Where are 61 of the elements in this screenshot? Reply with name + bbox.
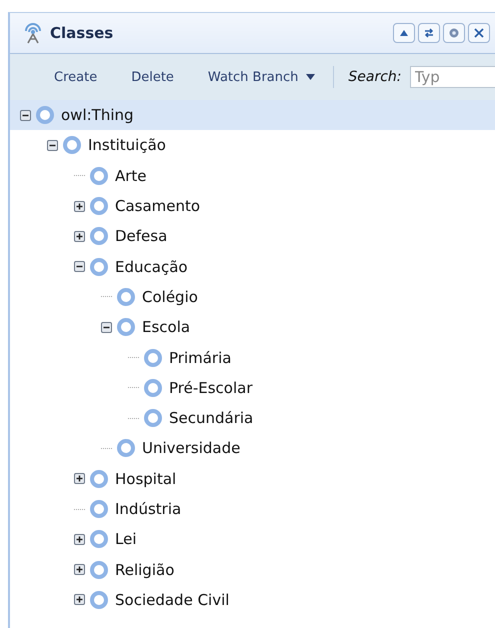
search-label: Search: — [348, 69, 402, 85]
class-circle-icon — [36, 106, 54, 124]
class-circle-icon — [144, 409, 162, 428]
class-circle-icon — [117, 318, 135, 336]
expand-toggle[interactable] — [74, 473, 85, 484]
collapse-toggle[interactable] — [20, 110, 31, 121]
class-circle-icon — [117, 439, 135, 458]
toolbar-button[interactable]: Delete — [125, 70, 180, 84]
triangle-up-icon — [399, 29, 409, 37]
collapse-toggle[interactable] — [47, 140, 58, 151]
class-circle-icon — [90, 470, 108, 488]
tree-item[interactable]: Primária — [169, 348, 232, 367]
tree-item[interactable]: Pré-Escolar — [169, 378, 253, 397]
antenna-icon — [22, 22, 44, 44]
toolbar-button[interactable]: Create — [48, 70, 104, 84]
tree-item[interactable]: Sociedade Civil — [115, 590, 230, 609]
panel-title: Classes — [50, 24, 114, 42]
refresh-button[interactable] — [418, 23, 440, 43]
selected-tree-row[interactable]: owl:Thing — [10, 100, 495, 130]
class-circle-icon — [90, 258, 108, 276]
expand-toggle[interactable] — [74, 230, 85, 242]
tree-item[interactable]: Casamento — [115, 197, 200, 216]
tree-item[interactable]: Defesa — [115, 227, 168, 246]
settings-icon — [448, 27, 460, 39]
tree-item[interactable]: Lei — [115, 530, 136, 548]
class-circle-icon — [144, 348, 162, 367]
tree-item[interactable]: Escola — [142, 318, 190, 336]
tree-item[interactable]: Hospital — [115, 470, 176, 488]
tree-item[interactable]: Colégio — [142, 288, 198, 306]
tree-item[interactable]: Secundária — [169, 409, 254, 428]
collapse-button[interactable] — [393, 23, 415, 43]
tree-item[interactable]: Universidade — [142, 439, 240, 458]
settings-button[interactable] — [443, 23, 465, 43]
class-circle-icon — [90, 227, 108, 246]
tree-item[interactable]: Arte — [115, 166, 147, 185]
tree-item[interactable]: Indústria — [115, 500, 182, 518]
tree-item[interactable]: Educação — [115, 258, 188, 276]
class-circle-icon — [90, 197, 108, 216]
close-icon — [474, 28, 484, 38]
tree-item[interactable]: Religião — [115, 560, 174, 579]
expand-toggle[interactable] — [74, 534, 85, 545]
class-circle-icon — [90, 530, 108, 548]
class-circle-icon — [144, 378, 162, 397]
class-circle-icon — [90, 590, 108, 609]
swap-arrows-icon — [423, 27, 435, 39]
caret-icon — [306, 74, 316, 80]
class-circle-icon — [117, 288, 135, 306]
collapse-toggle[interactable] — [74, 261, 85, 272]
close-button[interactable] — [468, 23, 490, 43]
class-circle-icon — [63, 136, 81, 154]
class-circle-icon — [90, 500, 108, 518]
search-field[interactable]: Typ — [410, 66, 495, 88]
expand-toggle[interactable] — [74, 594, 85, 606]
expand-toggle[interactable] — [74, 200, 85, 212]
expand-toggle[interactable] — [74, 564, 85, 576]
tree-item[interactable]: Instituição — [88, 136, 166, 154]
tree-item[interactable]: owl:Thing — [61, 106, 134, 124]
class-circle-icon — [90, 166, 108, 185]
collapse-toggle[interactable] — [101, 322, 112, 333]
watch-branch-dropdown[interactable]: Watch Branch — [202, 70, 322, 84]
class-circle-icon — [90, 560, 108, 579]
